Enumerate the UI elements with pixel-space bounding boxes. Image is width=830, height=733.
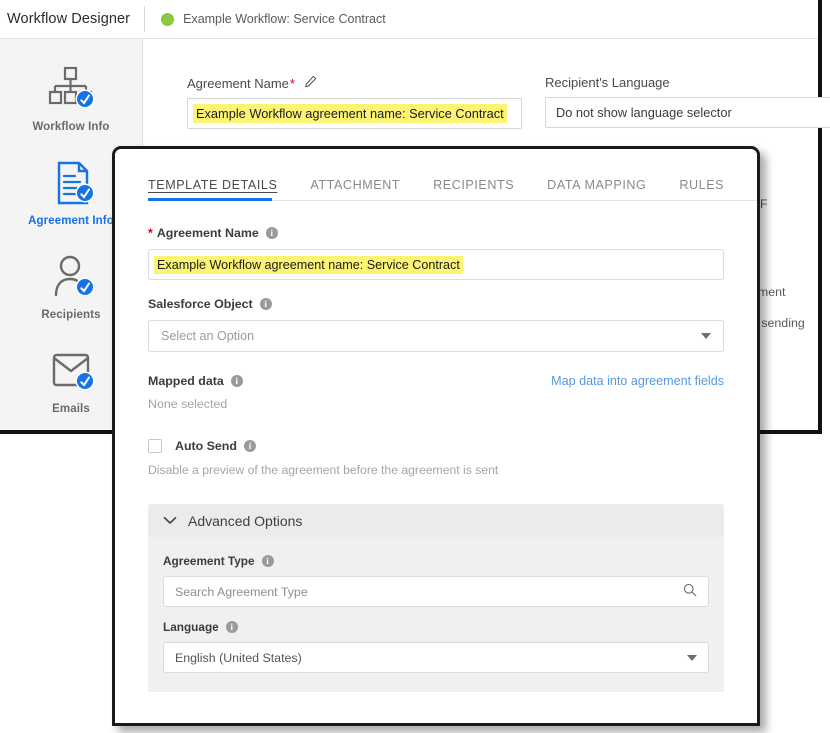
agreement-type-search-input[interactable]: Search Agreement Type [163,576,709,607]
info-icon[interactable]: i [225,621,238,633]
auto-send-row: Auto Send i [148,439,724,453]
bg-recipients-language-label: Recipient's Language [545,75,670,90]
bg-agreement-name-text: Agreement Name [187,75,289,91]
bg-recipients-language-select[interactable]: Do not show language selector [545,97,830,128]
recipients-icon [45,253,97,303]
tab-recipients[interactable]: RECIPIENTS [433,178,514,201]
dialog-tabs: TEMPLATE DETAILS ATTACHMENT RECIPIENTS D… [148,149,757,201]
chevron-down-icon [687,654,697,661]
chevron-down-icon [701,333,711,339]
dialog-body: * Agreement Name i Example Workflow agre… [148,201,724,692]
mapped-data-row: Mapped data i Map data into agreement fi… [148,374,724,388]
agreement-name-label-text: Agreement Name [156,226,259,240]
language-value: English (United States) [175,650,302,665]
pencil-icon[interactable] [304,75,317,91]
agreement-name-input[interactable]: Example Workflow agreement name: Service… [148,249,724,280]
mapped-data-value: None selected [148,397,228,411]
workflow-name-label: Example Workflow: Service Contract [183,12,386,26]
active-tab-indicator [148,198,272,201]
auto-send-checkbox[interactable] [148,439,162,453]
bg-recipients-language-value: Do not show language selector [556,105,732,120]
bg-agreement-name-value: Example Workflow agreement name: Service… [193,104,507,123]
agreement-type-label: Agreement Type i [163,554,709,568]
info-icon[interactable]: i [230,375,243,387]
advanced-options-title: Advanced Options [188,512,303,529]
green-status-dot-icon [161,12,175,26]
search-icon[interactable] [683,583,697,600]
agreement-info-icon [45,159,97,209]
info-icon[interactable]: i [243,440,256,452]
language-label-text: Language [163,620,219,634]
sidebar-item-label: Agreement Info [28,215,114,227]
salesforce-object-label-text: Salesforce Object [148,297,253,311]
sidebar-item-label: Recipients [41,309,101,321]
agreement-name-value: Example Workflow agreement name: Service… [154,255,463,274]
sidebar-item-label: Workflow Info [32,121,110,133]
sidebar-item-workflow-info[interactable]: Workflow Info [0,65,142,133]
chevron-down-icon [163,512,177,530]
screenshot-root: Workflow Designer Example Workflow: Serv… [0,0,830,733]
salesforce-object-label: Salesforce Object i [148,297,724,311]
bg-recipients-language-group: Recipient's Language Do not show languag… [545,75,830,128]
header-divider [144,6,146,32]
required-marker: * [148,226,153,240]
tab-rules[interactable]: RULES [679,178,724,201]
mapped-data-label-text: Mapped data [148,374,224,388]
template-details-dialog: TEMPLATE DETAILS ATTACHMENT RECIPIENTS D… [112,146,760,726]
salesforce-object-placeholder: Select an Option [161,329,255,343]
mapped-data-label: Mapped data i [148,374,243,388]
advanced-options-body: Agreement Type i Search Agreement Type L… [148,537,724,692]
agreement-type-placeholder: Search Agreement Type [175,584,308,599]
auto-send-label-text: Auto Send [175,439,237,453]
info-icon[interactable]: i [259,298,272,310]
salesforce-object-select[interactable]: Select an Option [148,320,724,352]
language-label: Language i [163,620,709,634]
advanced-options-header[interactable]: Advanced Options [148,504,724,537]
emails-icon [45,347,97,397]
auto-send-description: Disable a preview of the agreement befor… [148,463,499,477]
info-icon[interactable]: i [261,555,274,567]
workflow-info-icon [45,65,97,115]
required-marker: * [289,75,295,91]
map-data-link[interactable]: Map data into agreement fields [551,374,724,388]
tab-data-mapping[interactable]: DATA MAPPING [547,178,646,201]
sidebar-item-label: Emails [52,403,90,415]
page-title: Workflow Designer [7,11,131,27]
info-icon[interactable]: i [265,227,278,239]
bg-agreement-name-input[interactable]: Example Workflow agreement name: Service… [187,98,522,129]
auto-send-label: Auto Send i [175,439,256,453]
agreement-name-label: * Agreement Name i [148,226,724,240]
agreement-type-label-text: Agreement Type [163,554,255,568]
tab-attachment[interactable]: ATTACHMENT [310,178,400,201]
dialog-content: TEMPLATE DETAILS ATTACHMENT RECIPIENTS D… [115,149,757,723]
language-select[interactable]: English (United States) [163,642,709,673]
top-header-bar: Workflow Designer Example Workflow: Serv… [0,0,818,39]
